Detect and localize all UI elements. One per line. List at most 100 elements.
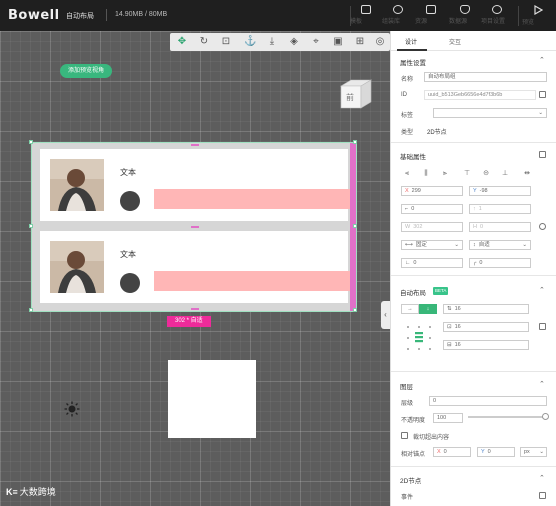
width-mode-select[interactable]: ⟷ 固定 ⌄ [401,240,463,250]
grid-tool-icon[interactable]: ⊞ [354,36,366,48]
rotate-tool-icon[interactable]: ↻ [198,36,210,48]
gap-marker [191,226,199,228]
top-bar: Bowell 自动布局 14.90MB / 80MB 模板 组装库 资源 数据源… [0,0,556,31]
align-hcenter-icon[interactable]: ⫼ [422,170,430,178]
auto-layout-list[interactable]: 文本 文本 [29,140,357,312]
chevron-up-icon[interactable]: ⌃ [539,380,545,388]
level-label: 层级 [401,401,414,407]
tag-select[interactable]: ⌄ [433,108,547,118]
pivot-tool-icon[interactable]: ⤓ [266,36,278,48]
section-title: 基础属性 [400,154,426,161]
padding-vertical-input[interactable]: ⊟ 16 [443,340,529,350]
direction-vertical-button[interactable]: ↓ [419,304,437,314]
height-mode-select[interactable]: ↕ 自适 ⌄ [469,240,531,250]
opacity-slider-track[interactable] [468,416,545,418]
align-vcenter-icon[interactable]: ⊝ [482,170,490,178]
opacity-input[interactable]: 100 [433,413,463,423]
resize-handle[interactable] [353,140,357,144]
copy-icon[interactable] [539,91,546,98]
resources-button[interactable]: 资源 [415,5,447,27]
chevron-up-icon[interactable]: ⌃ [539,56,545,64]
divider [106,9,107,21]
resize-handle[interactable] [353,308,357,312]
tab-interaction[interactable]: 交互 [449,37,461,46]
chevron-up-icon[interactable]: ⌃ [539,474,545,482]
list-card[interactable]: 文本 [40,231,350,303]
height-mode-icon: ↕ [473,242,476,248]
name-input[interactable]: 自动布局组 [424,72,547,82]
resize-handle[interactable] [29,224,33,228]
section-title: 自动布局 [400,290,426,297]
padding-input[interactable]: ⊡ 16 [443,322,529,332]
anchor-y-input[interactable]: Y0 [477,447,515,457]
level-input[interactable]: 0 [429,396,547,406]
width-input[interactable]: W 302 [401,222,463,232]
cube-tool-icon[interactable]: ▣ [332,36,344,48]
tab-design[interactable]: 设计 [405,37,417,46]
document-name[interactable]: 自动布局 [66,11,94,21]
database-icon [460,5,470,14]
storage-usage: 14.90MB / 80MB [115,11,168,18]
opacity-slider-handle[interactable] [542,413,549,420]
align-right-icon[interactable]: ⫸ [441,170,449,178]
align-bottom-icon[interactable]: ⊥ [501,170,509,178]
corner-radius-input[interactable]: ╭ 0 [469,258,531,268]
clip-checkbox[interactable] [401,432,408,439]
canvas-toolbar: ✥ ↻ ⊡ ⚓ ⤓ ◈ ⌖ ▣ ⊞ ◎ [170,33,390,51]
scale-input[interactable]: ↑ 1 [469,204,531,214]
resize-handle[interactable] [29,140,33,144]
angle-input[interactable]: ∟ 0 [401,258,463,268]
id-field: uuid_b513Geb6656e4d7f3b6b [424,90,536,100]
tab-indicator [397,49,427,51]
white-node[interactable] [168,360,256,438]
y-input[interactable]: Y -98 [469,186,531,196]
snap-tool-icon[interactable]: ◈ [288,36,300,48]
delete-icon[interactable] [539,492,546,499]
watermark: K≡ 大数跨境 [6,487,56,497]
watermark-logo-icon: K≡ [6,487,18,497]
distribute-icon[interactable]: ⇹ [523,170,531,178]
chevron-down-icon: ⌄ [522,242,527,248]
scale-tool-icon[interactable]: ⊡ [220,36,232,48]
view-cube[interactable]: 前 [337,76,373,112]
template-button[interactable]: 模板 [350,5,382,27]
anchor-tool-icon[interactable]: ⚓ [244,36,256,48]
play-icon [534,5,543,15]
add-preview-view-button[interactable]: 添加预览视角 [60,64,113,78]
gap-input[interactable]: ⇅ 16 [443,304,529,314]
project-settings-button[interactable]: 项目设置 [481,5,513,27]
lock-ratio-icon[interactable] [539,223,546,230]
align-top-icon[interactable]: ⊤ [463,170,471,178]
chevron-up-icon[interactable]: ⌃ [539,286,545,294]
scale-icon: ↑ [473,206,476,212]
datasource-button[interactable]: 数据源 [449,5,481,27]
preview-button[interactable]: 预览 [522,5,554,27]
alignment-grid[interactable] [401,320,437,356]
chevron-left-icon: ‹ [384,310,387,319]
size-badge: 302 * 自适 [167,316,211,327]
height-input[interactable]: H0 [469,222,531,232]
scene-canvas[interactable]: ✥ ↻ ⊡ ⚓ ⤓ ◈ ⌖ ▣ ⊞ ◎ 添加预览视角 前 文本 文本 302 *… [0,31,390,506]
globe-tool-icon[interactable]: ◎ [374,36,386,48]
divider [391,275,556,276]
camera-tool-icon[interactable]: ⌖ [310,36,322,48]
collapse-panel-button[interactable]: ‹ [381,301,390,329]
padding-mode-icon[interactable] [539,323,546,330]
copy-icon[interactable] [539,151,546,158]
rotation-icon: ⌐ [405,206,409,212]
resize-handle[interactable] [353,224,357,228]
rotation-input[interactable]: ⌐ 0 [401,204,463,214]
anchor-unit-select[interactable]: px ⌄ [520,447,547,457]
resize-handle[interactable] [29,308,33,312]
light-icon[interactable] [64,401,80,417]
divider [391,142,556,143]
components-button[interactable]: 组装库 [382,5,414,27]
x-input[interactable]: X 299 [401,186,463,196]
tag-label: 标签 [401,113,414,119]
align-left-icon[interactable]: ⫷ [403,170,411,178]
list-card[interactable]: 文本 [40,149,350,221]
anchor-x-input[interactable]: X0 [433,447,471,457]
move-tool-icon[interactable]: ✥ [176,36,188,48]
direction-horizontal-button[interactable]: → [401,304,419,314]
section-title: 2D节点 [400,478,422,485]
